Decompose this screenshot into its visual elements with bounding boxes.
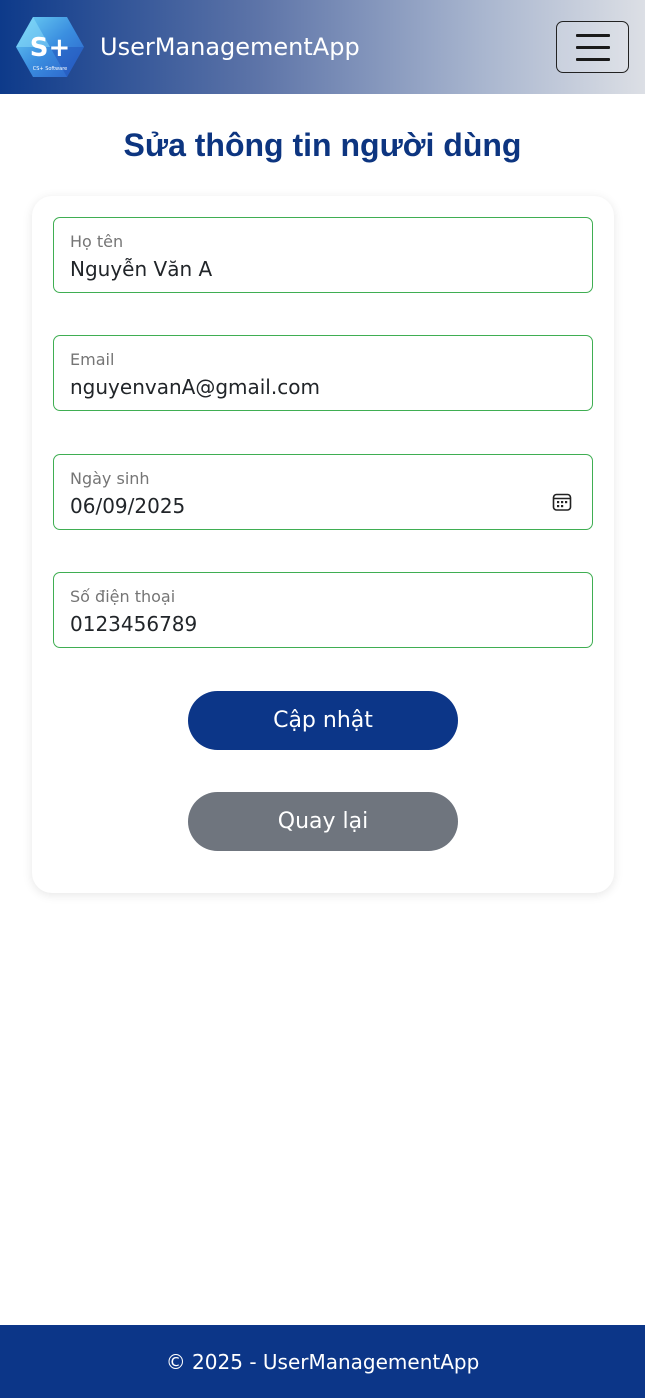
birthday-label: Ngày sinh — [70, 469, 150, 488]
birthday-field[interactable]: Ngày sinh 06/09/2025 — [53, 454, 593, 530]
hamburger-icon — [575, 33, 610, 37]
footer: © 2025 - UserManagementApp — [0, 1325, 645, 1398]
app-logo[interactable]: S+ CS+ Software — [15, 16, 85, 78]
email-field[interactable]: Email nguyenvanA@gmail.com — [53, 335, 593, 411]
email-input[interactable]: nguyenvanA@gmail.com — [70, 374, 320, 400]
birthday-input[interactable]: 06/09/2025 — [70, 493, 185, 519]
phone-input[interactable]: 0123456789 — [70, 611, 197, 637]
menu-toggle-button[interactable] — [556, 21, 629, 73]
phone-field[interactable]: Số điện thoại 0123456789 — [53, 572, 593, 648]
hamburger-icon — [575, 45, 610, 49]
logo-text: S+ — [30, 33, 71, 63]
calendar-icon[interactable] — [552, 492, 572, 512]
phone-label: Số điện thoại — [70, 587, 176, 606]
full-name-field[interactable]: Họ tên Nguyễn Văn A — [53, 217, 593, 293]
page-title: Sửa thông tin người dùng — [123, 127, 522, 163]
back-button[interactable]: Quay lại — [188, 792, 458, 851]
full-name-input[interactable]: Nguyễn Văn A — [70, 256, 212, 282]
footer-text: © 2025 - UserManagementApp — [165, 1349, 480, 1374]
navbar: S+ CS+ Software UserManagementApp — [0, 0, 645, 94]
hamburger-icon — [575, 57, 610, 61]
email-label: Email — [70, 350, 115, 369]
update-button[interactable]: Cập nhật — [188, 691, 458, 750]
edit-user-form: Họ tên Nguyễn Văn A Email nguyenvanA@gma… — [32, 196, 614, 893]
full-name-label: Họ tên — [70, 232, 124, 251]
logo-subtext: CS+ Software — [33, 66, 68, 72]
app-brand[interactable]: UserManagementApp — [100, 31, 360, 63]
